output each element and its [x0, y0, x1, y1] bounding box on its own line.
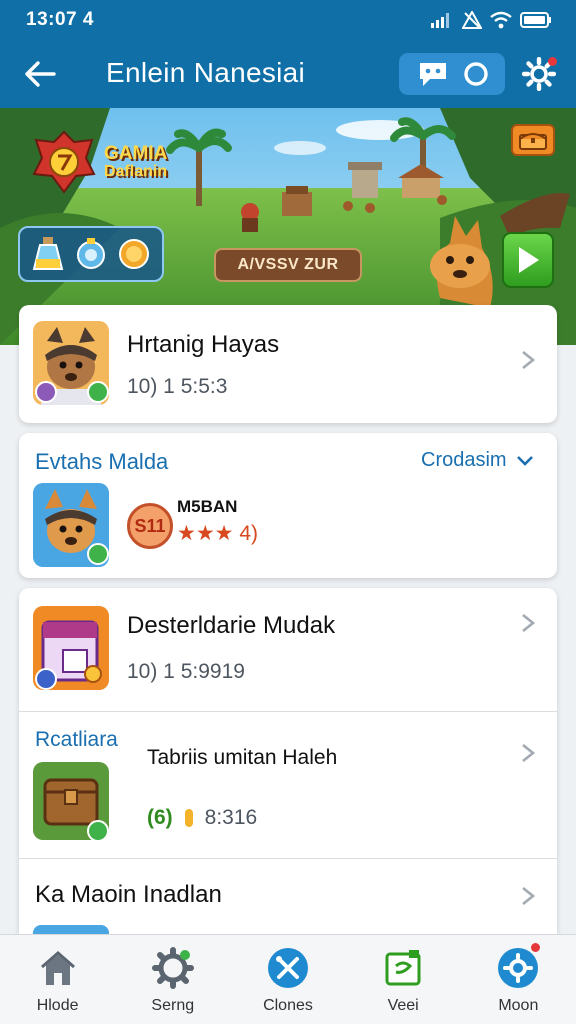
wifi-icon: [490, 11, 512, 29]
list-card-2: Evtahs Malda Crodasim S11 M5BAN ★★★ 4): [19, 433, 557, 578]
play-button[interactable]: [502, 232, 554, 288]
section-link-label: Crodasim: [421, 449, 507, 471]
list-item[interactable]: Hrtanig Hayas 10) 1 5:5:3: [19, 305, 557, 423]
nav-label-ticket: Veei: [387, 997, 419, 1014]
nav-item-moon[interactable]: Moon: [470, 943, 566, 1015]
nav-item-settings[interactable]: Serng: [125, 945, 221, 1015]
item-title: Ka Maoin Inadlan: [35, 881, 222, 908]
status-icons: [430, 11, 552, 29]
list-card-3: Desterldarie Mudak 10) 1 5:9919 Rcatliar…: [19, 588, 557, 938]
home-icon: [35, 945, 81, 991]
status-bar: 13:07 4: [0, 0, 576, 40]
chevron-right-icon: [522, 613, 536, 633]
game-logo: GAMIA Daflanin: [30, 130, 167, 194]
section-title: Rcatliara: [35, 728, 118, 751]
cell-signal-icon: [431, 13, 449, 28]
mini-badge: [35, 668, 57, 690]
coin-icon: [119, 239, 150, 269]
page-title: Enlein Nanesiai: [106, 57, 306, 88]
tools-icon: [265, 945, 311, 991]
item-rating: ★★★ 4): [177, 522, 258, 545]
nav-label-home: Hlode: [36, 997, 79, 1014]
chest-button[interactable]: [511, 124, 555, 156]
mini-badge-left: [35, 381, 57, 403]
resource-panel[interactable]: [18, 226, 164, 282]
nav-label-settings: Serng: [151, 997, 195, 1014]
item-subtitle: (6) 8:316: [147, 806, 257, 830]
mini-badge: [87, 820, 109, 842]
item-subtitle: 10) 1 5:5:3: [127, 375, 228, 398]
circle-icon: [463, 62, 488, 86]
nav-item-home[interactable]: Hlode: [10, 945, 106, 1015]
section-link[interactable]: Crodasim: [421, 449, 535, 472]
crystal-icon: [76, 238, 105, 269]
list-item[interactable]: Ka Maoin Inadlan: [19, 859, 557, 938]
list-item[interactable]: Desterldarie Mudak 10) 1 5:9919: [19, 588, 557, 711]
list-item[interactable]: S11 M5BAN ★★★ 4): [19, 479, 557, 578]
treasure-chest-icon: [519, 133, 547, 150]
back-arrow-icon: [25, 61, 56, 87]
coin-icon: [184, 809, 193, 827]
mini-badge-right: [87, 381, 109, 403]
no-sim-icon: [462, 11, 482, 29]
item-title: Tabriis umitan Haleh: [147, 746, 338, 769]
level-sticker-text: S11: [134, 515, 166, 536]
nav-label-moon: Moon: [498, 997, 539, 1014]
mini-badge: [87, 543, 109, 565]
game-logo-line1: GAMIA: [104, 142, 168, 164]
nav-item-clones[interactable]: Clones: [240, 945, 336, 1015]
item-count: (6): [147, 806, 173, 829]
chat-bubble-icon: [419, 63, 446, 86]
play-icon: [519, 247, 539, 273]
chevron-right-icon: [522, 886, 536, 906]
item-title: Desterldarie Mudak: [127, 612, 336, 639]
banner-cta-button[interactable]: A/VSSV ZUR: [214, 248, 362, 282]
section-title: Evtahs Malda: [35, 449, 169, 474]
game-logo-line2: Daflanin: [104, 162, 168, 180]
chat-button[interactable]: [416, 59, 450, 89]
item-value: 8:316: [204, 806, 258, 829]
item-subtitle: 10) 1 5:9919: [127, 660, 245, 683]
nav-item-ticket[interactable]: Veei: [355, 945, 451, 1015]
notification-dot: [548, 57, 557, 66]
shield-emblem-icon: [32, 130, 96, 194]
gear-icon: [150, 945, 196, 991]
toolbar-pill: [399, 53, 505, 95]
potion-icon: [32, 237, 63, 270]
item-title: Hrtanig Hayas: [127, 331, 280, 358]
nav-label-clones: Clones: [263, 997, 313, 1014]
ticket-icon: [380, 945, 426, 991]
chevron-right-icon: [522, 350, 536, 370]
app-bar: Enlein Nanesiai: [0, 40, 576, 108]
battery-icon: [520, 12, 551, 28]
game-logo-text: GAMIA Daflanin: [104, 142, 168, 181]
chevron-right-icon: [522, 743, 536, 763]
list-item[interactable]: Rcatliara Tabriis umitan Haleh (6) 8:316: [19, 712, 557, 858]
list-card-1: Hrtanig Hayas 10) 1 5:5:3: [19, 305, 557, 423]
level-sticker: S11: [127, 503, 173, 549]
record-button[interactable]: [463, 61, 489, 87]
settings-button[interactable]: [518, 53, 560, 95]
bottom-nav: Hlode Serng Clones Veei Moon: [0, 934, 576, 1024]
status-time: 13:07 4: [26, 9, 94, 30]
item-title: M5BAN: [177, 497, 238, 516]
back-button[interactable]: [18, 52, 62, 96]
chevron-down-icon: [516, 455, 533, 466]
settings-icon: [495, 943, 541, 991]
